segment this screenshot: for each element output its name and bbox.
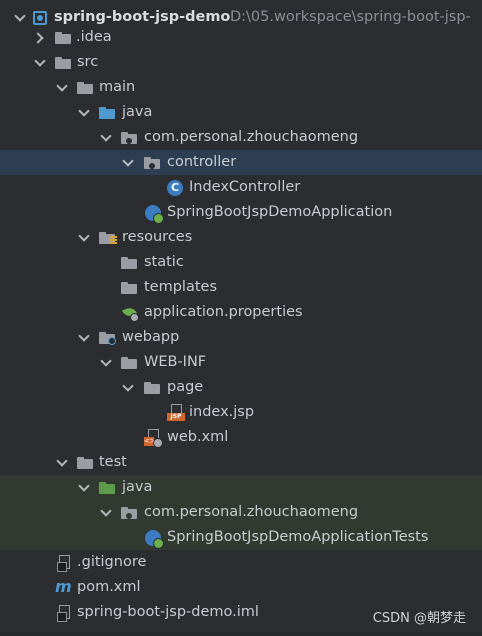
web-folder-icon	[99, 332, 116, 345]
tree-node-label: src	[77, 54, 99, 70]
chevron-down-icon[interactable]	[120, 150, 136, 175]
spring-properties-icon	[122, 306, 139, 322]
tree-node-label: WEB-INF	[144, 354, 207, 370]
chevron-right-icon[interactable]	[32, 25, 48, 50]
tree-node-label: java	[122, 104, 153, 120]
chevron-down-icon[interactable]	[76, 475, 92, 500]
project-tree: spring-boot-jsp-demo D:\05.workspace\spr…	[0, 0, 482, 625]
folder-icon	[55, 57, 71, 69]
module-file-icon	[57, 605, 71, 622]
folder-icon	[77, 82, 93, 94]
tree-node-resources[interactable]: resources	[0, 225, 482, 250]
tree-node-label: static	[144, 254, 184, 270]
package-icon	[121, 132, 137, 144]
tree-node-app-class[interactable]: SpringBootJspDemoApplication	[0, 200, 482, 225]
chevron-down-icon[interactable]	[120, 375, 136, 400]
tree-node-gitignore[interactable]: .gitignore	[0, 550, 482, 575]
tree-node-label: pom.xml	[77, 579, 141, 595]
tree-node-label: templates	[144, 279, 218, 295]
folder-icon	[121, 257, 137, 269]
tree-node-idea[interactable]: .idea	[0, 25, 482, 50]
maven-icon: m	[55, 577, 72, 596]
jsp-file-icon	[167, 404, 185, 422]
spring-boot-class-icon	[145, 205, 164, 224]
tree-node-test-java[interactable]: java	[0, 475, 482, 500]
chevron-down-icon[interactable]	[76, 100, 92, 125]
tree-node-controller[interactable]: controller	[0, 150, 482, 175]
tree-node-package[interactable]: com.personal.zhouchaomeng	[0, 125, 482, 150]
tree-node-test-package[interactable]: com.personal.zhouchaomeng	[0, 500, 482, 525]
module-icon	[33, 11, 47, 25]
tree-node-index-jsp[interactable]: index.jsp	[0, 400, 482, 425]
tree-node-label: SpringBootJspDemoApplication	[167, 204, 393, 220]
tree-node-page[interactable]: page	[0, 375, 482, 400]
chevron-down-icon[interactable]	[98, 500, 114, 525]
folder-icon	[121, 357, 137, 369]
tree-node-label: webapp	[122, 329, 180, 345]
xml-file-icon	[144, 429, 163, 448]
partial-row-edge	[0, 632, 482, 636]
resources-folder-icon	[99, 232, 117, 245]
tree-node-index-controller[interactable]: C IndexController	[0, 175, 482, 200]
tree-node-main[interactable]: main	[0, 75, 482, 100]
tree-node-label: java	[122, 479, 153, 495]
spring-boot-test-class-icon	[145, 530, 164, 549]
test-folder-icon	[99, 482, 115, 494]
tree-node-label: application.properties	[144, 304, 303, 320]
tree-node-label: web.xml	[167, 429, 229, 445]
class-icon: C	[167, 180, 183, 196]
folder-icon	[144, 382, 160, 394]
package-icon	[121, 507, 137, 519]
tree-node-app-properties[interactable]: application.properties	[0, 300, 482, 325]
tree-node-label: .idea	[76, 29, 112, 45]
folder-icon	[55, 32, 71, 44]
tree-node-static[interactable]: static	[0, 250, 482, 275]
tree-node-label: com.personal.zhouchaomeng	[144, 129, 359, 145]
tree-node-label: com.personal.zhouchaomeng	[144, 504, 359, 520]
tree-node-label: test	[99, 454, 127, 470]
tree-node-pom[interactable]: m pom.xml	[0, 575, 482, 600]
tree-node-java[interactable]: java	[0, 100, 482, 125]
tree-node-label: IndexController	[189, 179, 301, 195]
tree-node-label: index.jsp	[189, 404, 255, 420]
tree-node-label: SpringBootJspDemoApplicationTests	[167, 529, 429, 545]
chevron-down-icon[interactable]	[54, 450, 70, 475]
tree-node-webapp[interactable]: webapp	[0, 325, 482, 350]
tree-node-label: spring-boot-jsp-demo.iml	[77, 604, 259, 620]
chevron-down-icon[interactable]	[54, 75, 70, 100]
tree-node-label: main	[99, 79, 136, 95]
folder-icon	[121, 282, 137, 294]
tree-node-templates[interactable]: templates	[0, 275, 482, 300]
package-icon	[144, 157, 160, 169]
tree-node-src[interactable]: src	[0, 50, 482, 75]
tree-node-label: .gitignore	[77, 554, 147, 570]
tree-node-web-xml[interactable]: web.xml	[0, 425, 482, 450]
chevron-down-icon[interactable]	[98, 125, 114, 150]
tree-node-test[interactable]: test	[0, 450, 482, 475]
chevron-down-icon[interactable]	[76, 225, 92, 250]
chevron-down-icon[interactable]	[76, 325, 92, 350]
tree-node-label: controller	[167, 154, 237, 170]
chevron-down-icon[interactable]	[32, 50, 48, 75]
source-folder-icon	[99, 107, 115, 119]
tree-node-label: resources	[122, 229, 193, 245]
tree-node-test-class[interactable]: SpringBootJspDemoApplicationTests	[0, 525, 482, 550]
ignore-file-icon	[57, 555, 71, 572]
tree-node-label: page	[167, 379, 204, 395]
csdn-watermark: CSDN @朝梦走	[372, 611, 466, 626]
tree-node-web-inf[interactable]: WEB-INF	[0, 350, 482, 375]
folder-icon	[77, 457, 93, 469]
chevron-down-icon[interactable]	[98, 350, 114, 375]
